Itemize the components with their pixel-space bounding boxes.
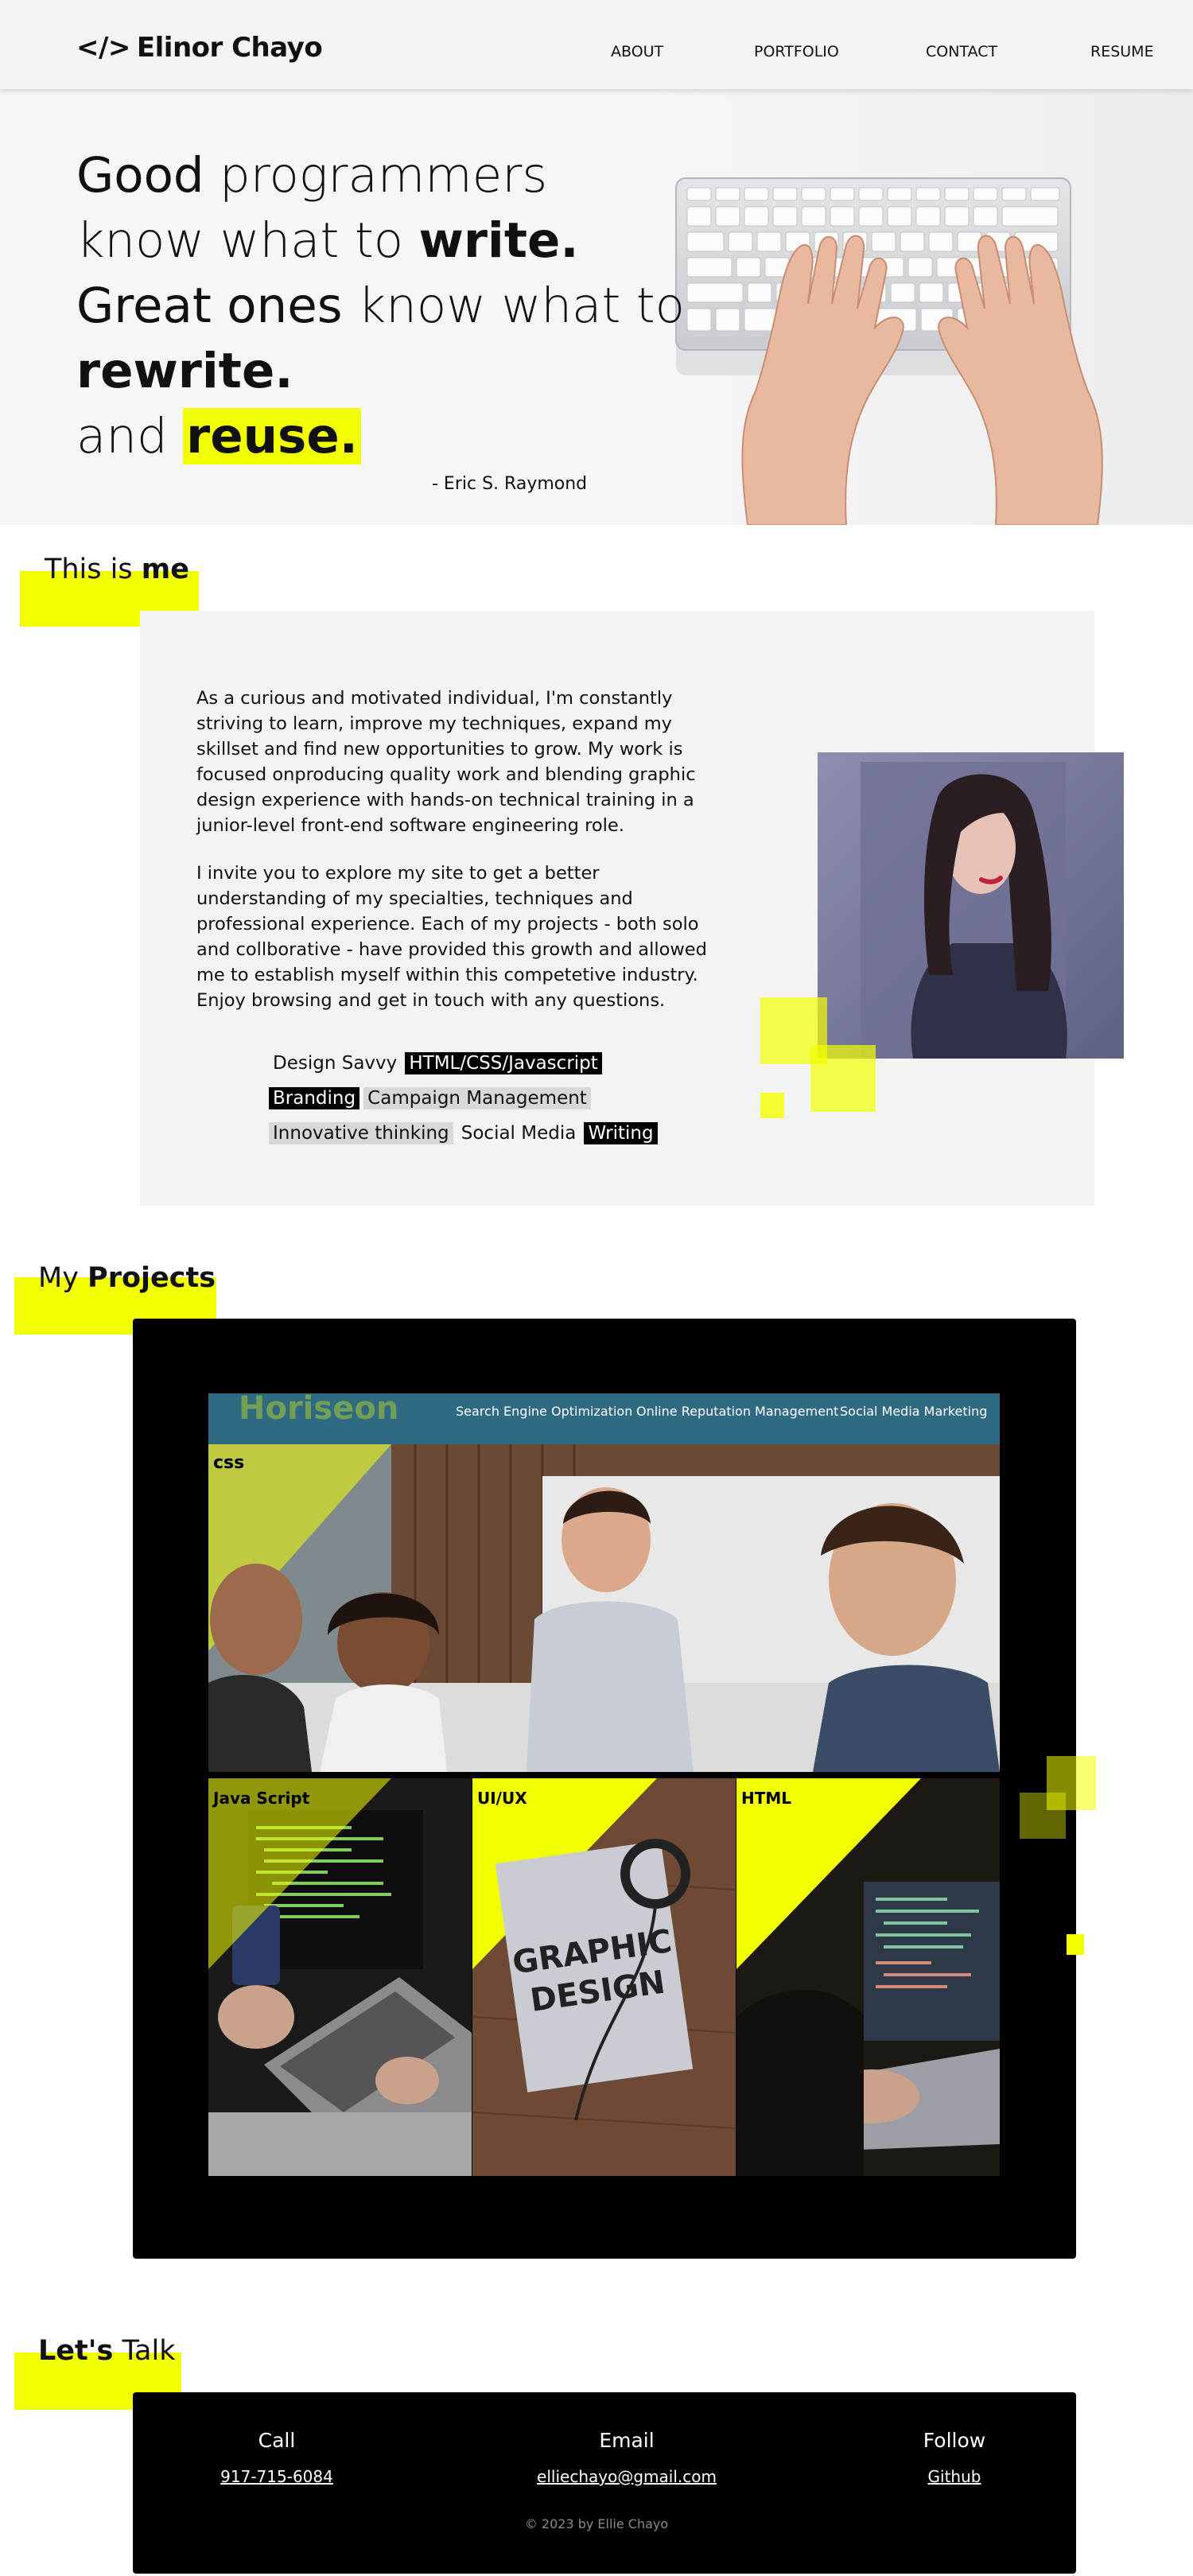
deco-square <box>1020 1793 1066 1839</box>
project-label-uiux: UI/UX <box>477 1789 527 1808</box>
call-label: Call <box>258 2429 296 2452</box>
skills-row-3: Innovative thinking Social Media Writing <box>269 1122 658 1144</box>
email-link[interactable]: elliechayo@gmail.com <box>499 2467 754 2486</box>
team-meeting-photo[interactable]: css <box>208 1444 1000 1772</box>
deco-square <box>810 1045 876 1112</box>
html-project-tile[interactable]: HTML <box>736 1778 1000 2176</box>
skill-chip: Social Media <box>460 1123 577 1144</box>
copyright-text: © 2023 by Ellie Chayo <box>524 2516 669 2531</box>
about-paragraph-1: As a curious and motivated individual, I… <box>196 688 696 836</box>
skill-chip: Campaign Management <box>363 1087 591 1109</box>
skills-row-2: Branding Campaign Management <box>269 1087 591 1109</box>
brand-name: Elinor Chayo <box>136 32 323 64</box>
phone-link[interactable]: 917-715-6084 <box>197 2467 356 2486</box>
about-paragraph-2: I invite you to explore my site to get a… <box>196 863 707 1011</box>
skills-row-1: Design Savvy HTML/CSS/Javascript <box>269 1052 602 1074</box>
follow-label: Follow <box>923 2429 986 2452</box>
quote-line-4: rewrite. <box>76 343 293 399</box>
project-label-css: css <box>213 1453 244 1473</box>
nav-contact-link[interactable]: CONTACT <box>926 43 997 60</box>
about-heading: This is me <box>45 554 189 585</box>
nav-about-link[interactable]: ABOUT <box>611 43 663 60</box>
contact-heading: Let's Talk <box>38 2335 176 2367</box>
code-brackets-icon: </> <box>76 32 130 64</box>
keyboard-hands-photo <box>652 89 1193 525</box>
brand-logo[interactable]: </> Elinor Chayo <box>76 32 323 64</box>
nav-resume-link[interactable]: RESUME <box>1090 43 1154 60</box>
hero-section: Good programmers know what to write. Gre… <box>0 89 1193 525</box>
top-nav: </> Elinor Chayo ABOUT PORTFOLIO CONTACT … <box>0 0 1193 89</box>
portrait-photo <box>818 752 1124 1059</box>
skill-chip: HTML/CSS/Javascript <box>405 1052 602 1074</box>
deco-square <box>1067 1934 1084 1955</box>
quote-line-1: Good programmers <box>76 147 548 204</box>
skill-chip: Design Savvy <box>273 1053 398 1074</box>
skill-chip: Writing <box>584 1122 658 1144</box>
quote-line-2: know what to write. <box>76 212 579 269</box>
deco-square <box>760 1093 784 1118</box>
quote-author: - Eric S. Raymond <box>432 474 588 494</box>
project-label-html: HTML <box>741 1789 791 1808</box>
banner-nav-seo[interactable]: Search Engine Optimization <box>456 1404 632 1419</box>
skill-chip: Innovative thinking <box>269 1122 453 1144</box>
project-label-java: Java Script <box>212 1789 310 1808</box>
ui-ux-project-tile[interactable]: GRAPHIC DESIGN UI/UX <box>472 1778 736 2176</box>
reuse-highlight: reuse. <box>183 408 361 464</box>
email-label: Email <box>599 2429 655 2452</box>
projects-heading: My Projects <box>38 1262 216 1294</box>
skill-chip: Branding <box>269 1087 360 1109</box>
banner-nav-social[interactable]: Social Media Marketing <box>840 1404 987 1419</box>
github-link[interactable]: Github <box>875 2467 1034 2486</box>
banner-nav-reputation[interactable]: Online Reputation Management <box>636 1404 838 1419</box>
nav-portfolio-link[interactable]: PORTFOLIO <box>754 43 839 60</box>
quote-line-3: Great ones know what to <box>76 278 685 334</box>
java-script-project-tile[interactable]: Java Script <box>208 1778 472 2176</box>
quote-line-5: and reuse. <box>76 404 361 469</box>
horiseon-logo: Horiseon <box>239 1390 399 1427</box>
